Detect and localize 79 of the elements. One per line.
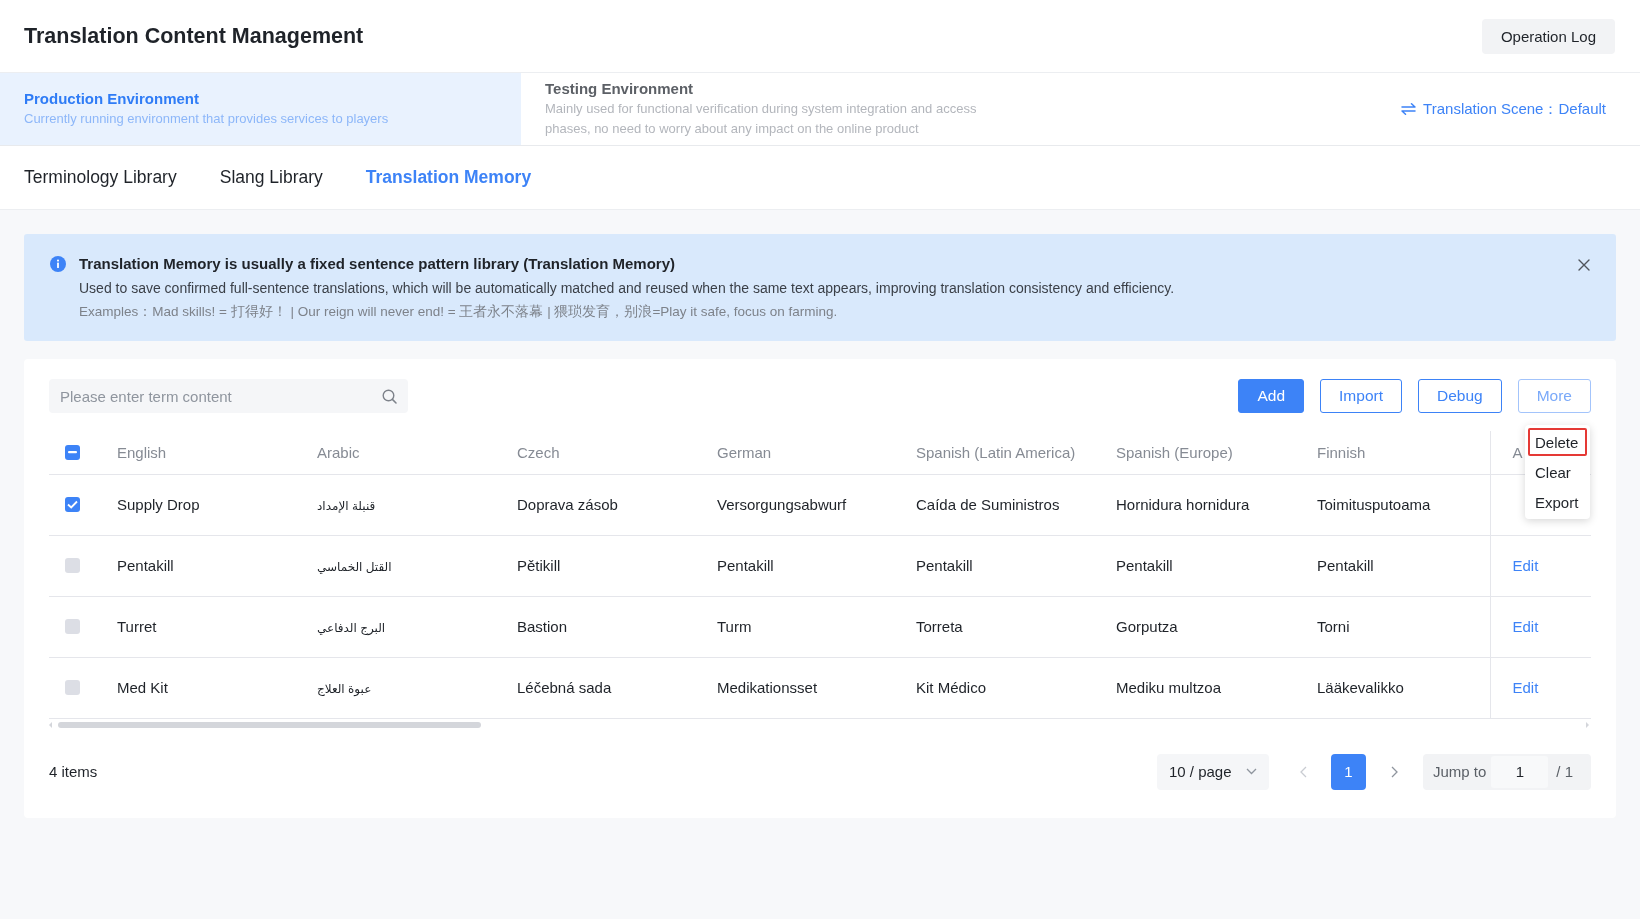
info-icon bbox=[50, 256, 66, 272]
table-cell: Lääkevalikko bbox=[1317, 679, 1404, 696]
table-cell: عبوة العلاج bbox=[317, 682, 372, 696]
table-cell: Toimitusputoama bbox=[1317, 496, 1431, 513]
chevron-right-icon bbox=[1390, 765, 1398, 778]
toolbar-button[interactable]: Debug bbox=[1418, 379, 1502, 413]
row-checkbox[interactable] bbox=[65, 558, 80, 573]
environment-title: Production Environment bbox=[24, 89, 200, 109]
row-checkbox[interactable] bbox=[65, 680, 80, 695]
row-checkbox[interactable] bbox=[65, 497, 80, 512]
table-cell: Pětikill bbox=[517, 557, 561, 574]
table-cell: البرج الدفاعي bbox=[317, 621, 386, 635]
page-title: Translation Content Management bbox=[24, 23, 364, 49]
minus-icon bbox=[68, 450, 77, 454]
page-size-select[interactable]: 10 / page bbox=[1157, 753, 1269, 790]
close-icon[interactable] bbox=[1578, 259, 1590, 271]
column-header: A bbox=[1512, 443, 1523, 461]
toolbar-button[interactable]: Add bbox=[1238, 379, 1305, 413]
column-header: Spanish (Latin America) bbox=[916, 443, 1076, 461]
menu-item[interactable]: Delete bbox=[1528, 428, 1587, 456]
table-cell: Versorgungsabwurf bbox=[717, 496, 847, 513]
banner-examples: Examples：Mad skills! = 打得好！ | Our reign will never end! = 王者永不落幕 | 猥琐发育，别浪=Play it safe, focus on farming. bbox=[79, 303, 839, 321]
chevron-left-icon bbox=[1299, 765, 1307, 778]
table-cell: Turret bbox=[117, 618, 157, 635]
library-tab[interactable]: Terminology Library bbox=[24, 167, 177, 188]
table-cell: Supply Drop bbox=[117, 496, 200, 513]
total-count: 4 items bbox=[49, 763, 98, 780]
table-cell: قنبلة الإمداد bbox=[317, 499, 376, 513]
table-cell: Pentakill bbox=[717, 557, 774, 574]
environment-title: Testing Environment bbox=[545, 79, 695, 99]
banner-title: Translation Memory is usually a fixed sentence pattern library (Translation Memory) bbox=[79, 254, 676, 274]
column-header: German bbox=[717, 443, 772, 461]
select-all-checkbox[interactable] bbox=[65, 444, 80, 460]
library-tab[interactable]: Slang Library bbox=[219, 167, 323, 188]
column-header: Spanish (Europe) bbox=[1116, 443, 1233, 461]
table-cell: Pentakill bbox=[1317, 557, 1374, 574]
column-header: Arabic bbox=[317, 443, 360, 461]
page-button[interactable]: 1 bbox=[1331, 753, 1366, 790]
table-cell: Gorputza bbox=[1116, 618, 1178, 635]
table-cell: Doprava zásob bbox=[517, 496, 618, 513]
search-field[interactable]: Please enter term content bbox=[49, 379, 408, 413]
table-cell: Pentakill bbox=[1116, 557, 1173, 574]
row-checkbox[interactable] bbox=[65, 619, 80, 634]
table-cell: Bastion bbox=[517, 618, 568, 635]
jump-label: Jump to bbox=[1433, 763, 1487, 780]
table-cell: Torni bbox=[1317, 618, 1350, 635]
table-cell: Torreta bbox=[916, 618, 963, 635]
more-button[interactable]: More bbox=[1517, 379, 1591, 413]
table-cell: Pentakill bbox=[117, 557, 174, 574]
table-cell: Caída de Suministros bbox=[916, 496, 1060, 513]
environment-description: Mainly used for functional verification during system integration and access phases, no need to worry about any impact on the online product bbox=[545, 100, 978, 138]
table-cell: Léčebná sada bbox=[517, 679, 612, 696]
search-icon[interactable] bbox=[382, 389, 397, 404]
chevron-down-icon bbox=[1246, 768, 1257, 775]
environment-description: Currently running environment that provides services to players bbox=[24, 110, 390, 128]
column-header: Finnish bbox=[1317, 443, 1366, 461]
page-total: / 1 bbox=[1556, 763, 1574, 780]
table-cell: القتل الخماسي bbox=[317, 560, 392, 574]
banner-text: Used to save confirmed full-sentence translations, which will be automatically matched and reused when the same text appears, improving translation consistency and efficiency. bbox=[79, 279, 1176, 298]
column-header: English bbox=[117, 443, 167, 461]
toolbar-button[interactable]: Import bbox=[1320, 379, 1402, 413]
edit-link[interactable]: Edit bbox=[1512, 618, 1539, 635]
check-icon bbox=[67, 500, 78, 509]
column-header: Czech bbox=[517, 443, 560, 461]
table-cell: Med Kit bbox=[117, 679, 168, 696]
table-cell: Hornidura hornidura bbox=[1116, 496, 1250, 513]
translation-scene-link[interactable]: Translation Scene：Default bbox=[1401, 99, 1606, 119]
library-tab[interactable]: Translation Memory bbox=[365, 167, 532, 188]
swap-arrows-icon bbox=[1401, 103, 1417, 115]
environment-tab[interactable]: Production Environment Currently running environment that provides services to players bbox=[0, 73, 521, 145]
edit-link[interactable]: Edit bbox=[1512, 557, 1539, 574]
table-cell: Mediku multzoa bbox=[1116, 679, 1222, 696]
table-cell: Kit Médico bbox=[916, 679, 987, 696]
table-cell: Medikationsset bbox=[717, 679, 818, 696]
jump-input[interactable]: 1 bbox=[1491, 755, 1549, 788]
table-cell: Turm bbox=[717, 618, 752, 635]
operation-log-button[interactable]: Operation Log bbox=[1481, 18, 1615, 54]
table-cell: Pentakill bbox=[916, 557, 973, 574]
edit-link[interactable]: Edit bbox=[1512, 679, 1539, 696]
